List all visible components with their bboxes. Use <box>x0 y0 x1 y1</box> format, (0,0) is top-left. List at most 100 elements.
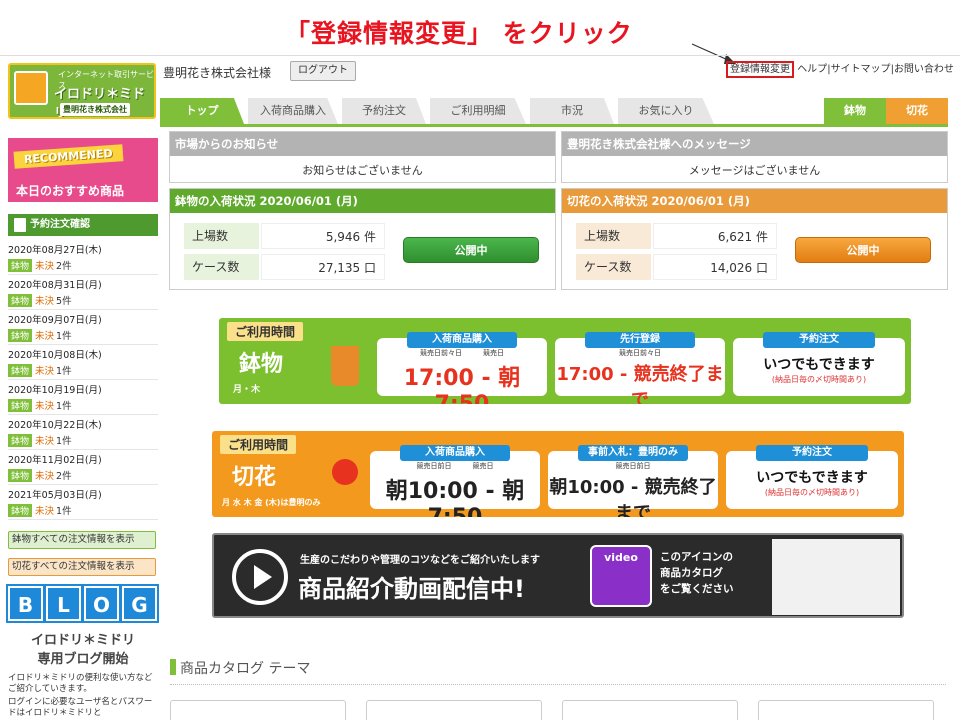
tab-top[interactable]: トップ <box>160 98 244 124</box>
message-panel: 豊明花き株式会社様へのメッセージ メッセージはございません <box>561 131 948 183</box>
card-head: 事前入札：豊明のみ 月・木 <box>578 445 688 474</box>
blog-letter: O <box>82 584 121 623</box>
video-icon-label: video <box>604 551 638 564</box>
card-big: いつでもできます <box>756 470 868 486</box>
catalog-heading: 商品カタログ テーマ <box>170 658 310 678</box>
cut-public-button[interactable]: 公開中 <box>795 237 931 263</box>
list-item[interactable]: 2020年08月31日(月) 鉢物 未決 5件 <box>8 275 158 310</box>
reservation-date: 2021年05月03日(月) <box>8 490 102 501</box>
tab-cut[interactable]: 切花 <box>886 98 948 124</box>
tab-usage[interactable]: ご利用明細 <box>430 98 526 124</box>
pot-arrival-panel: 鉢物の入荷状況 2020/06/01 (月) 上場数 5,946 件 ケース数 27… <box>169 188 556 290</box>
card-times: 17:00 - 競売終了まで <box>556 364 724 404</box>
status-text: 未決 <box>35 366 55 377</box>
catalog-preview-image <box>772 539 900 615</box>
video-camera-icon: video <box>590 545 652 607</box>
card-sub: 競売日前々日 競売日 <box>420 349 504 357</box>
count-text: 1件 <box>56 436 72 447</box>
cut-card-reservation: 予約注文 いつでもできます (納品日毎の〆切時間あり) <box>726 445 898 509</box>
type-badge: 鉢物 <box>8 364 33 377</box>
show-all-pot-orders-button[interactable]: 鉢物すべての注文情報を表示 <box>8 531 156 549</box>
list-item[interactable]: 2020年10月19日(月) 鉢物 未決 1件 <box>8 380 158 415</box>
list-item[interactable]: 2020年10月22日(木) 鉢物 未決 1件 <box>8 415 158 450</box>
pot-card-reservation: 予約注文 いつでもできます (納品日毎の〆切時間あり) <box>733 332 905 396</box>
catalog-card[interactable] <box>758 700 934 720</box>
reservation-header: 予約注文確認 <box>8 214 158 236</box>
logout-button[interactable]: ログアウト <box>290 61 356 81</box>
card-sub: 競売日前日 競売日 <box>416 462 494 470</box>
card-head: 入荷商品購入 <box>407 332 517 348</box>
video-banner[interactable]: 生産のこだわりや管理のコツなどをご紹介いたします 商品紹介動画配信中! vide… <box>212 533 904 618</box>
heading-bar <box>170 659 176 675</box>
status-text: 未決 <box>35 296 55 307</box>
type-badge: 鉢物 <box>8 329 33 342</box>
list-item[interactable]: 2020年08月27日(木) 鉢物 未決 2件 <box>8 240 158 275</box>
count-text: 1件 <box>56 331 72 342</box>
count-text: 1件 <box>56 401 72 412</box>
blog-banner[interactable]: BLOG イロドリ＊ミドリ 専用ブログ開始 イロドリ＊ミドリの便利な使い方などご… <box>6 584 159 720</box>
reservation-header-label: 予約注文確認 <box>30 219 90 230</box>
account-settings-link[interactable]: 登録情報変更 <box>726 61 794 78</box>
row-value: 27,135 口 <box>261 254 385 280</box>
tab-purchase[interactable]: 入荷商品購入 <box>248 98 338 124</box>
type-badge: 鉢物 <box>8 399 33 412</box>
cut-hours-category: 切花 <box>232 465 277 490</box>
catalog-card[interactable] <box>170 700 346 720</box>
type-badge: 鉢物 <box>8 259 33 272</box>
sitemap-link[interactable]: サイトマップ <box>831 64 891 75</box>
reservation-date: 2020年10月22日(木) <box>8 420 102 431</box>
video-title: 商品紹介動画配信中! <box>298 575 525 603</box>
reservation-list: 2020年08月27日(木) 鉢物 未決 2件 2020年08月31日(月) 鉢物 未決 5… <box>8 240 158 520</box>
type-badge: 鉢物 <box>8 294 33 307</box>
card-times: 朝10:00 - 競売終了まで <box>549 477 717 517</box>
card-times: 朝10:00 - 朝7:50 <box>385 479 525 517</box>
catalog-title: 商品カタログ テーマ <box>180 661 311 677</box>
card-sub: 競売日前々日 <box>619 349 661 357</box>
row-value: 6,621 件 <box>653 223 777 249</box>
list-item[interactable]: 2020年09月07日(月) 鉢物 未決 1件 <box>8 310 158 345</box>
tab-pot[interactable]: 鉢物 <box>824 98 886 124</box>
catalog-card[interactable] <box>366 700 542 720</box>
show-all-cut-orders-button[interactable]: 切花すべての注文情報を表示 <box>8 558 156 576</box>
reservation-date: 2020年10月08日(木) <box>8 350 102 361</box>
reservation-date: 2020年10月19日(月) <box>8 385 102 396</box>
tab-market[interactable]: 市況 <box>530 98 614 124</box>
row-value: 14,026 口 <box>653 254 777 280</box>
top-links: 登録情報変更 ヘルプ|サイトマップ|お問い合わせ <box>726 60 954 78</box>
blog-description: イロドリ＊ミドリの便利な使い方などご紹介していきます。 <box>8 673 153 694</box>
catalog-cards <box>170 700 950 720</box>
company-name: 豊明花き株式会社様 <box>163 66 272 80</box>
row-label: ケース数 <box>576 254 651 280</box>
market-notice-body: お知らせはございません <box>302 164 423 177</box>
card-head: 入荷商品購入 <box>400 445 510 461</box>
site-logo[interactable]: インターネット取引サービス イロドリ＊ミドリ 豊明花き株式会社 <box>8 63 156 119</box>
help-link[interactable]: ヘルプ <box>797 64 827 75</box>
blog-subtitle: 専用ブログ開始 <box>37 652 129 667</box>
status-text: 未決 <box>35 401 55 412</box>
reservation-date: 2020年11月02日(月) <box>8 455 102 466</box>
notepad-icon <box>14 218 26 232</box>
tab-reservation[interactable]: 予約注文 <box>342 98 426 124</box>
pot-arrival-title: 鉢物の入荷状況 2020/06/01 (月) <box>170 189 555 213</box>
count-text: 2件 <box>56 471 72 482</box>
blog-letter: L <box>44 584 83 623</box>
row-value: 5,946 件 <box>261 223 385 249</box>
recommend-banner[interactable]: RECOMMENED 本日のおすすめ商品 <box>8 138 158 202</box>
catalog-card[interactable] <box>562 700 738 720</box>
list-item[interactable]: 2020年11月02日(月) 鉢物 未決 2件 <box>8 450 158 485</box>
status-text: 未決 <box>35 261 55 272</box>
message-body: メッセージはございません <box>688 164 821 177</box>
count-text: 5件 <box>56 296 72 307</box>
list-item[interactable]: 2020年10月08日(木) 鉢物 未決 1件 <box>8 345 158 380</box>
tab-favorites[interactable]: お気に入り <box>618 98 714 124</box>
instruction-annotation: 「登録情報変更」 をクリック <box>285 19 633 48</box>
recommend-title: 本日のおすすめ商品 <box>16 184 125 198</box>
card-head: 予約注文 <box>756 445 868 461</box>
list-item[interactable]: 2021年05月03日(月) 鉢物 未決 1件 <box>8 485 158 520</box>
cut-arrival-title: 切花の入荷状況 2020/06/01 (月) <box>562 189 947 213</box>
logo-company: 豊明花き株式会社 <box>60 103 130 116</box>
pot-public-button[interactable]: 公開中 <box>403 237 539 263</box>
contact-link[interactable]: お問い合わせ <box>894 64 954 75</box>
reservation-date: 2020年08月27日(木) <box>8 245 102 256</box>
card-note: (納品日毎の〆切時間あり) <box>771 375 867 384</box>
